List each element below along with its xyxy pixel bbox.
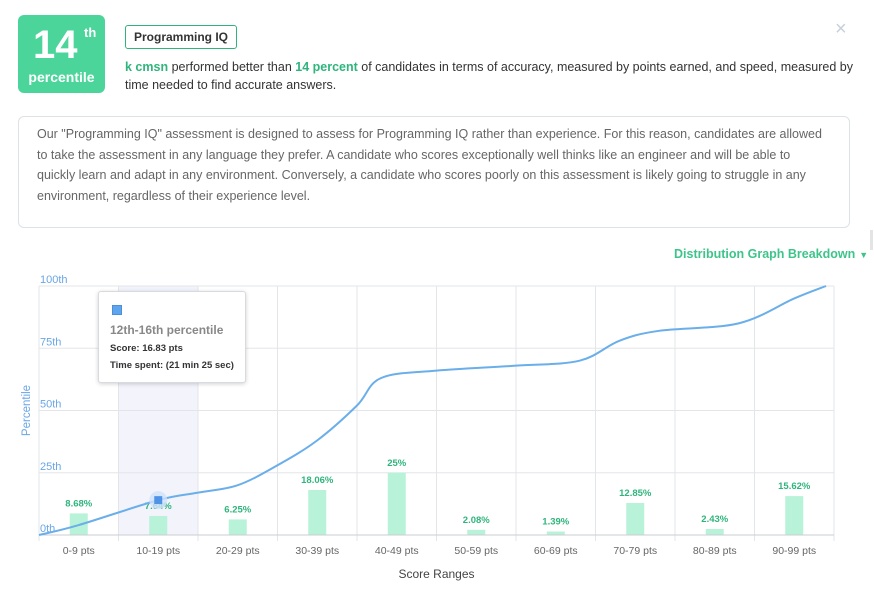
tooltip-score: Score: 16.83 pts xyxy=(110,343,183,354)
y-axis-title: Percentile xyxy=(21,385,33,436)
bar-value-label: 18.06% xyxy=(301,475,334,486)
percentile-suffix: th xyxy=(84,25,97,40)
x-tick-label: 0-9 pts xyxy=(63,545,95,557)
distribution-graph-toggle[interactable]: Distribution Graph Breakdown ▼ xyxy=(674,247,868,261)
x-tick-label: 20-29 pts xyxy=(216,545,260,557)
close-icon[interactable]: × xyxy=(835,18,847,41)
x-tick-label: 60-69 pts xyxy=(534,545,578,557)
summary-percent: 14 percent xyxy=(295,60,358,74)
summary-mid-text: performed better than xyxy=(168,60,296,74)
percentile-label: percentile xyxy=(28,69,95,85)
distribution-toggle-label: Distribution Graph Breakdown xyxy=(674,247,856,261)
bar-value-label: 25% xyxy=(387,458,407,469)
bar-value-label: 8.68% xyxy=(65,498,92,509)
candidate-name: k cmsn xyxy=(125,60,169,74)
series-swatch-icon xyxy=(112,305,122,315)
bar[interactable] xyxy=(387,472,406,535)
x-tick-label: 70-79 pts xyxy=(613,545,657,557)
bar[interactable] xyxy=(546,531,565,535)
bar[interactable] xyxy=(626,503,645,535)
bar[interactable] xyxy=(228,519,247,535)
x-axis-title: Score Ranges xyxy=(398,567,474,581)
percentile-badge: 14 th percentile xyxy=(18,15,105,93)
bar-value-label: 6.25% xyxy=(224,504,251,515)
bar-value-label: 1.39% xyxy=(542,517,569,528)
y-tick-label: 25th xyxy=(40,461,61,473)
percentile-value: 14 xyxy=(33,23,78,67)
bar[interactable] xyxy=(467,529,486,535)
bar-value-label: 2.08% xyxy=(463,515,490,526)
x-tick-label: 40-49 pts xyxy=(375,545,419,557)
bar-value-label: 12.85% xyxy=(619,488,652,499)
bar[interactable] xyxy=(308,490,327,535)
percentile-modal: 14 th percentile Programming IQ k cmsn p… xyxy=(0,0,874,612)
result-summary: k cmsn performed better than 14 percent … xyxy=(125,58,855,94)
tooltip-title: 12th-16th percentile xyxy=(110,323,224,337)
x-tick-label: 30-39 pts xyxy=(295,545,339,557)
y-tick-label: 50th xyxy=(40,399,61,411)
bar-value-label: 15.62% xyxy=(778,481,811,492)
tooltip-time: Time spent: (21 min 25 sec) xyxy=(110,360,234,371)
chevron-down-icon: ▼ xyxy=(859,250,869,260)
y-tick-label: 100th xyxy=(40,274,68,286)
chart-tooltip: 12th-16th percentile Score: 16.83 pts Ti… xyxy=(98,291,246,383)
x-tick-label: 50-59 pts xyxy=(454,545,498,557)
bar[interactable] xyxy=(705,528,724,535)
candidate-marker[interactable] xyxy=(154,496,163,505)
x-tick-label: 80-89 pts xyxy=(693,545,737,557)
x-tick-label: 90-99 pts xyxy=(772,545,816,557)
assessment-description: Our "Programming IQ" assessment is desig… xyxy=(18,116,850,228)
bar[interactable] xyxy=(785,496,804,535)
bar-value-label: 2.43% xyxy=(701,514,728,525)
x-tick-label: 10-19 pts xyxy=(136,545,180,557)
scrollbar[interactable] xyxy=(870,230,873,250)
assessment-tag: Programming IQ xyxy=(125,25,238,49)
y-tick-label: 75th xyxy=(40,336,61,348)
bar[interactable] xyxy=(149,515,168,535)
